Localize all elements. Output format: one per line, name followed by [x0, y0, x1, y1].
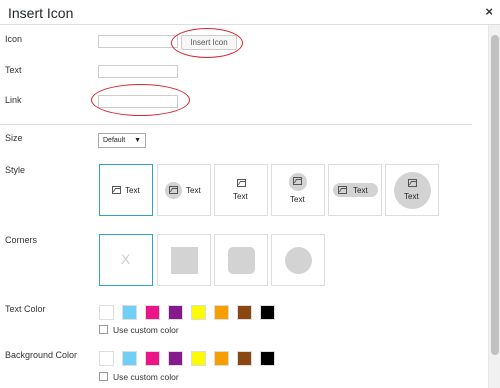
background-color-swatch[interactable]	[99, 351, 114, 366]
text-label: Text	[5, 65, 22, 75]
text-color-swatch[interactable]	[145, 305, 160, 320]
image-icon	[237, 179, 246, 187]
image-icon	[293, 177, 302, 185]
style-option-stacked[interactable]: Text	[214, 164, 268, 216]
background-custom-color-label: Use custom color	[113, 372, 179, 382]
corner-option-square[interactable]	[157, 234, 211, 286]
style-label: Style	[5, 165, 26, 175]
background-color-swatch[interactable]	[145, 351, 160, 366]
icon-label: Icon	[5, 34, 23, 44]
style-option-pill[interactable]: Text	[328, 164, 382, 216]
text-color-swatch[interactable]	[122, 305, 137, 320]
style-option-text: Text	[404, 192, 419, 201]
style-option-text: Text	[353, 186, 368, 195]
background-color-swatch[interactable]	[237, 351, 252, 366]
style-option-big-circle[interactable]: Text	[385, 164, 439, 216]
style-option-text: Text	[125, 186, 140, 195]
background-color-swatch[interactable]	[122, 351, 137, 366]
annotation-circle-link	[91, 84, 190, 116]
annotation-circle-insert	[171, 28, 243, 58]
none-glyph: X	[121, 251, 131, 267]
rounded-square-shape	[228, 247, 255, 274]
style-option-text: Text	[233, 192, 248, 201]
corner-option-none[interactable]: X	[99, 234, 153, 286]
dialog-titlebar: Insert Icon ×	[0, 0, 500, 25]
text-color-swatch[interactable]	[214, 305, 229, 320]
background-color-label: Background Color	[5, 350, 78, 360]
style-option-text: Text	[186, 186, 201, 195]
close-icon[interactable]: ×	[485, 4, 493, 19]
text-color-swatch[interactable]	[191, 305, 206, 320]
text-color-swatch[interactable]	[237, 305, 252, 320]
divider	[0, 124, 472, 125]
style-option-circle-icon[interactable]: Text	[157, 164, 211, 216]
size-select[interactable]: Default ▼	[98, 133, 146, 148]
style-option-stacked-circle[interactable]: Text	[271, 164, 325, 216]
circle-shape	[285, 247, 312, 274]
size-label: Size	[5, 133, 23, 143]
text-color-swatch[interactable]	[168, 305, 183, 320]
link-label: Link	[5, 95, 22, 105]
image-icon	[338, 186, 347, 194]
icon-input[interactable]	[98, 35, 178, 48]
text-custom-color-label: Use custom color	[113, 325, 179, 335]
image-icon	[112, 186, 121, 194]
text-custom-color-checkbox[interactable]	[99, 325, 108, 334]
style-option-text: Text	[290, 195, 305, 204]
circle-shape	[394, 172, 431, 209]
dialog-title: Insert Icon	[8, 5, 74, 21]
text-color-swatch[interactable]	[260, 305, 275, 320]
image-icon	[408, 179, 417, 187]
size-select-value: Default	[103, 137, 126, 144]
image-icon	[169, 186, 178, 194]
text-color-label: Text Color	[5, 304, 46, 314]
scrollbar-thumb[interactable]	[491, 35, 499, 355]
square-shape	[171, 247, 198, 274]
scrollbar[interactable]	[488, 25, 500, 388]
style-option-plain[interactable]: Text	[99, 164, 153, 216]
background-color-swatch[interactable]	[260, 351, 275, 366]
corners-label: Corners	[5, 235, 38, 245]
text-input[interactable]	[98, 65, 178, 78]
background-color-swatch[interactable]	[214, 351, 229, 366]
corner-option-circle[interactable]	[271, 234, 325, 286]
chevron-down-icon: ▼	[134, 137, 141, 144]
background-color-swatch[interactable]	[191, 351, 206, 366]
dialog-content: Icon Insert Icon Text Link Size Default …	[0, 25, 488, 388]
background-color-swatch[interactable]	[168, 351, 183, 366]
text-color-swatch[interactable]	[99, 305, 114, 320]
background-custom-color-checkbox[interactable]	[99, 372, 108, 381]
corner-option-rounded[interactable]	[214, 234, 268, 286]
